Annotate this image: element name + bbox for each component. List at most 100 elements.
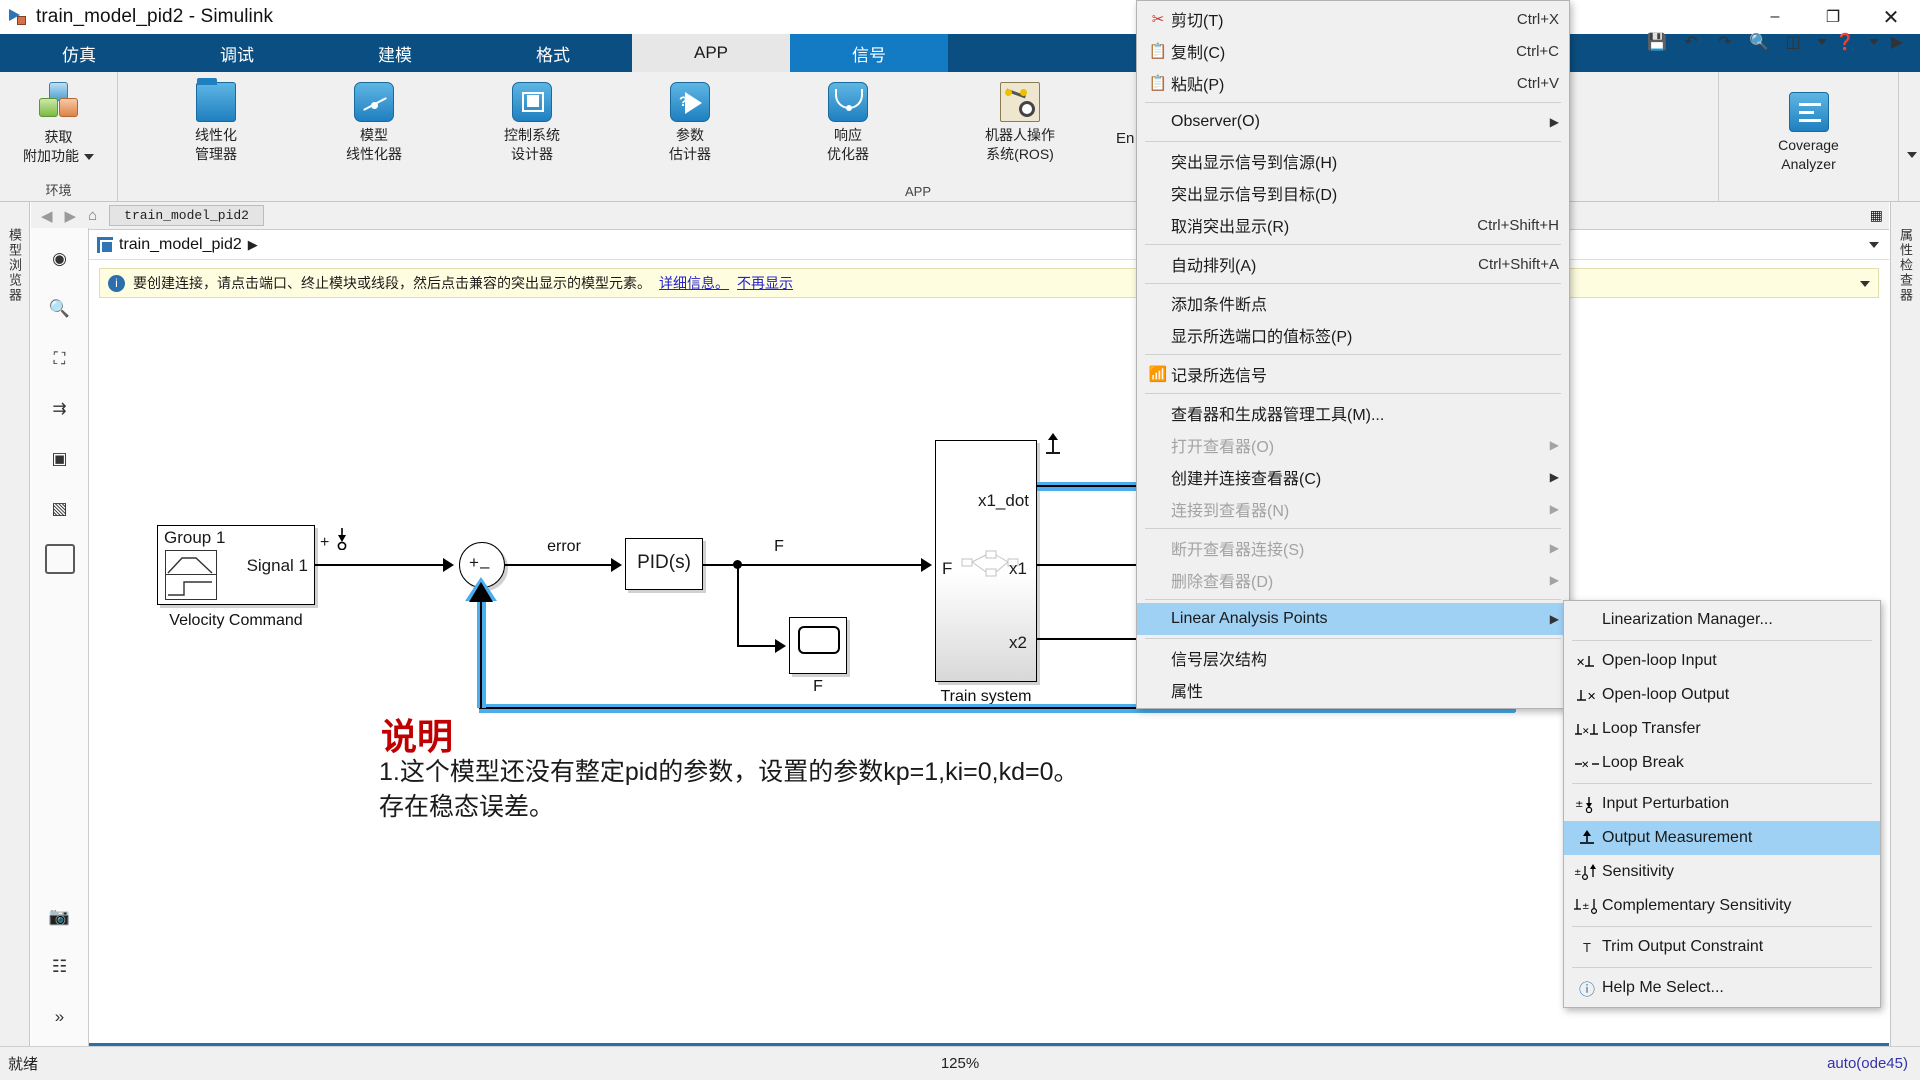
menu-item-properties[interactable]: 属性 (1137, 674, 1569, 706)
menu-item-highlight-to-source[interactable]: 突出显示信号到信源(H) (1137, 145, 1569, 177)
linearization-manager-button[interactable]: 线性化 管理器 (160, 78, 272, 164)
tab-signal[interactable]: 信号 (790, 34, 948, 72)
control-system-designer-button[interactable]: 控制系统 设计器 (476, 78, 588, 164)
menu-item-remove-highlight[interactable]: 取消突出显示(R) Ctrl+Shift+H (1137, 209, 1569, 241)
tab-app[interactable]: APP (632, 34, 790, 72)
wire-to-scope (737, 645, 779, 647)
menu-item-cut[interactable]: ✂ 剪切(T) Ctrl+X (1137, 3, 1569, 35)
annotation-body[interactable]: 1.这个模型还没有整定pid的参数，设置的参数kp=1,ki=0,kd=0。 存… (379, 755, 1279, 825)
model-linearizer-button[interactable]: 模型 线性化器 (318, 78, 430, 164)
signal-icon[interactable]: ⇉ (45, 394, 75, 424)
wire-branch-to-scope (737, 564, 739, 646)
help-icon[interactable]: ❓ (1830, 28, 1860, 56)
notice-details-link[interactable]: 详细信息。 (659, 273, 729, 293)
signal-label-error: error (547, 538, 581, 555)
menu-item-linear-analysis-points[interactable]: Linear Analysis Points ▶ (1137, 603, 1569, 635)
pid-block[interactable]: PID(s) (625, 538, 703, 590)
submenu-item-trim-output-constraint[interactable]: T Trim Output Constraint (1564, 930, 1880, 964)
velocity-command-block[interactable]: Group 1 Signal 1 (157, 525, 315, 605)
layout-icon[interactable]: ◫ (1778, 28, 1808, 56)
search-icon[interactable]: 🔍 (1744, 28, 1774, 56)
get-addons-label-2: 附加功能 (23, 148, 79, 164)
layout-chevron-icon[interactable] (1812, 28, 1827, 56)
ribbon-overflow-button[interactable] (1898, 72, 1920, 201)
arrow-to-scope (775, 639, 786, 653)
snapshot-icon[interactable]: 📷 (45, 902, 75, 932)
pan-icon[interactable]: ◉ (45, 244, 75, 274)
breadcrumb-separator: ▶ (247, 236, 258, 252)
menu-label: Linearization Manager... (1602, 611, 1773, 628)
submenu-item-sensitivity[interactable]: ± Sensitivity (1564, 855, 1880, 889)
btn-label-2: 设计器 (511, 146, 553, 162)
save-icon[interactable]: 💾 (1642, 28, 1672, 56)
breadcrumb-dropdown-icon[interactable] (1864, 241, 1889, 248)
menu-item-show-port-value-labels[interactable]: 显示所选端口的值标签(P) (1137, 319, 1569, 351)
response-optimizer-button[interactable]: 响应 优化器 (792, 78, 904, 164)
notes-icon[interactable]: ☷ (45, 952, 75, 982)
tab-format[interactable]: 格式 (474, 34, 632, 72)
truncated-button-label[interactable]: En (1116, 130, 1134, 147)
submenu-item-linearization-manager[interactable]: Linearization Manager... (1564, 603, 1880, 637)
menu-item-auto-arrange[interactable]: 自动排列(A) Ctrl+Shift+A (1137, 248, 1569, 280)
rectangle-icon[interactable] (44, 544, 75, 574)
expand-icon[interactable]: » (45, 1002, 75, 1032)
image-icon[interactable]: ▧ (45, 494, 75, 524)
help-chevron-icon[interactable] (1864, 28, 1879, 56)
tab-simulation[interactable]: 仿真 (0, 34, 158, 72)
run-icon[interactable]: ▶ (1882, 28, 1912, 56)
menu-item-observer[interactable]: Observer(O) ▶ (1137, 106, 1569, 138)
cut-icon: ✂ (1151, 11, 1165, 28)
context-menu[interactable]: ✂ 剪切(T) Ctrl+X 📋 复制(C) Ctrl+C 📋 粘贴(P) Ct… (1136, 0, 1570, 709)
property-inspector-strip[interactable]: 属性检查器 (1890, 202, 1920, 1046)
parameter-estimator-button[interactable]: ? 参数 估计器 (634, 78, 746, 164)
up-icon[interactable]: ⌂ (88, 207, 97, 224)
ros-button[interactable]: 机器人操作 系统(ROS) (950, 78, 1090, 164)
tab-debug[interactable]: 调试 (158, 34, 316, 72)
feedback-arrow-icon (465, 577, 497, 602)
menu-item-log-selected-signals[interactable]: 📶 记录所选信号 (1137, 358, 1569, 390)
input-perturbation-marker-icon (337, 528, 347, 550)
submenu-item-complementary-sensitivity[interactable]: ± Complementary Sensitivity (1564, 889, 1880, 923)
menu-item-paste[interactable]: 📋 粘贴(P) Ctrl+V (1137, 67, 1569, 99)
submenu-item-open-loop-output[interactable]: ✕ Open-loop Output (1564, 678, 1880, 712)
menu-item-add-conditional-breakpoint[interactable]: 添加条件断点 (1137, 287, 1569, 319)
tab-modeling[interactable]: 建模 (316, 34, 474, 72)
menu-item-signal-hierarchy[interactable]: 信号层次结构 (1137, 642, 1569, 674)
chevron-right-icon: ▶ (1549, 541, 1559, 555)
submenu-item-loop-break[interactable]: ✕ Loop Break (1564, 746, 1880, 780)
submenu-item-loop-transfer[interactable]: ✕ Loop Transfer (1564, 712, 1880, 746)
forward-icon[interactable]: ▶ (65, 207, 77, 225)
submenu-item-help-me-select[interactable]: ⓘ Help Me Select... (1564, 971, 1880, 1005)
submenu-item-input-perturbation[interactable]: ± Input Perturbation (1564, 787, 1880, 821)
chevron-down-icon[interactable] (84, 154, 94, 161)
coverage-analyzer-button[interactable]: Coverage Analyzer (1739, 88, 1879, 174)
annotation-icon[interactable]: ▣ (45, 444, 75, 474)
train-system-block[interactable]: x1_dot F x1 x2 (935, 440, 1037, 682)
scope-block[interactable] (789, 617, 847, 674)
menu-item-create-connect-viewer[interactable]: 创建并连接查看器(C) ▶ (1137, 461, 1569, 493)
notice-collapse-icon[interactable] (1855, 275, 1870, 291)
submenu-item-open-loop-input[interactable]: ✕ Open-loop Input (1564, 644, 1880, 678)
fit-to-view-icon[interactable]: ⛶ (45, 344, 75, 374)
submenu-item-output-measurement[interactable]: Output Measurement (1564, 821, 1880, 855)
annotation-title[interactable]: 说明 (381, 708, 453, 760)
menu-item-viewer-generator-manager[interactable]: 查看器和生成器管理工具(M)... (1137, 397, 1569, 429)
back-icon[interactable]: ◀ (41, 207, 53, 225)
redo-icon[interactable]: ↷ (1710, 28, 1740, 56)
breadcrumb-model-name[interactable]: train_model_pid2 (119, 236, 242, 254)
zoom-level[interactable]: 125% (0, 1055, 1920, 1072)
undo-icon[interactable]: ↶ (1676, 28, 1706, 56)
notice-dismiss-link[interactable]: 不再显示 (737, 273, 793, 293)
linear-analysis-points-submenu[interactable]: Linearization Manager... ✕ Open-loop Inp… (1563, 600, 1881, 1008)
menu-item-copy[interactable]: 📋 复制(C) Ctrl+C (1137, 35, 1569, 67)
menu-separator (1145, 354, 1561, 355)
menu-item-highlight-to-destination[interactable]: 突出显示信号到目标(D) (1137, 177, 1569, 209)
zoom-icon[interactable]: 🔍 (45, 294, 75, 324)
navbar-panel-icon[interactable]: ▦ (1870, 207, 1889, 224)
get-addons-button[interactable]: 获取 附加功能 (3, 78, 115, 166)
path-chip[interactable]: train_model_pid2 (109, 205, 264, 226)
chevron-right-icon: ▶ (1549, 612, 1559, 626)
model-browser-strip[interactable]: 模型浏览器 (0, 202, 30, 1046)
menu-accel: Ctrl+Shift+A (1478, 255, 1559, 273)
menu-label: 删除查看器(D) (1171, 574, 1274, 591)
